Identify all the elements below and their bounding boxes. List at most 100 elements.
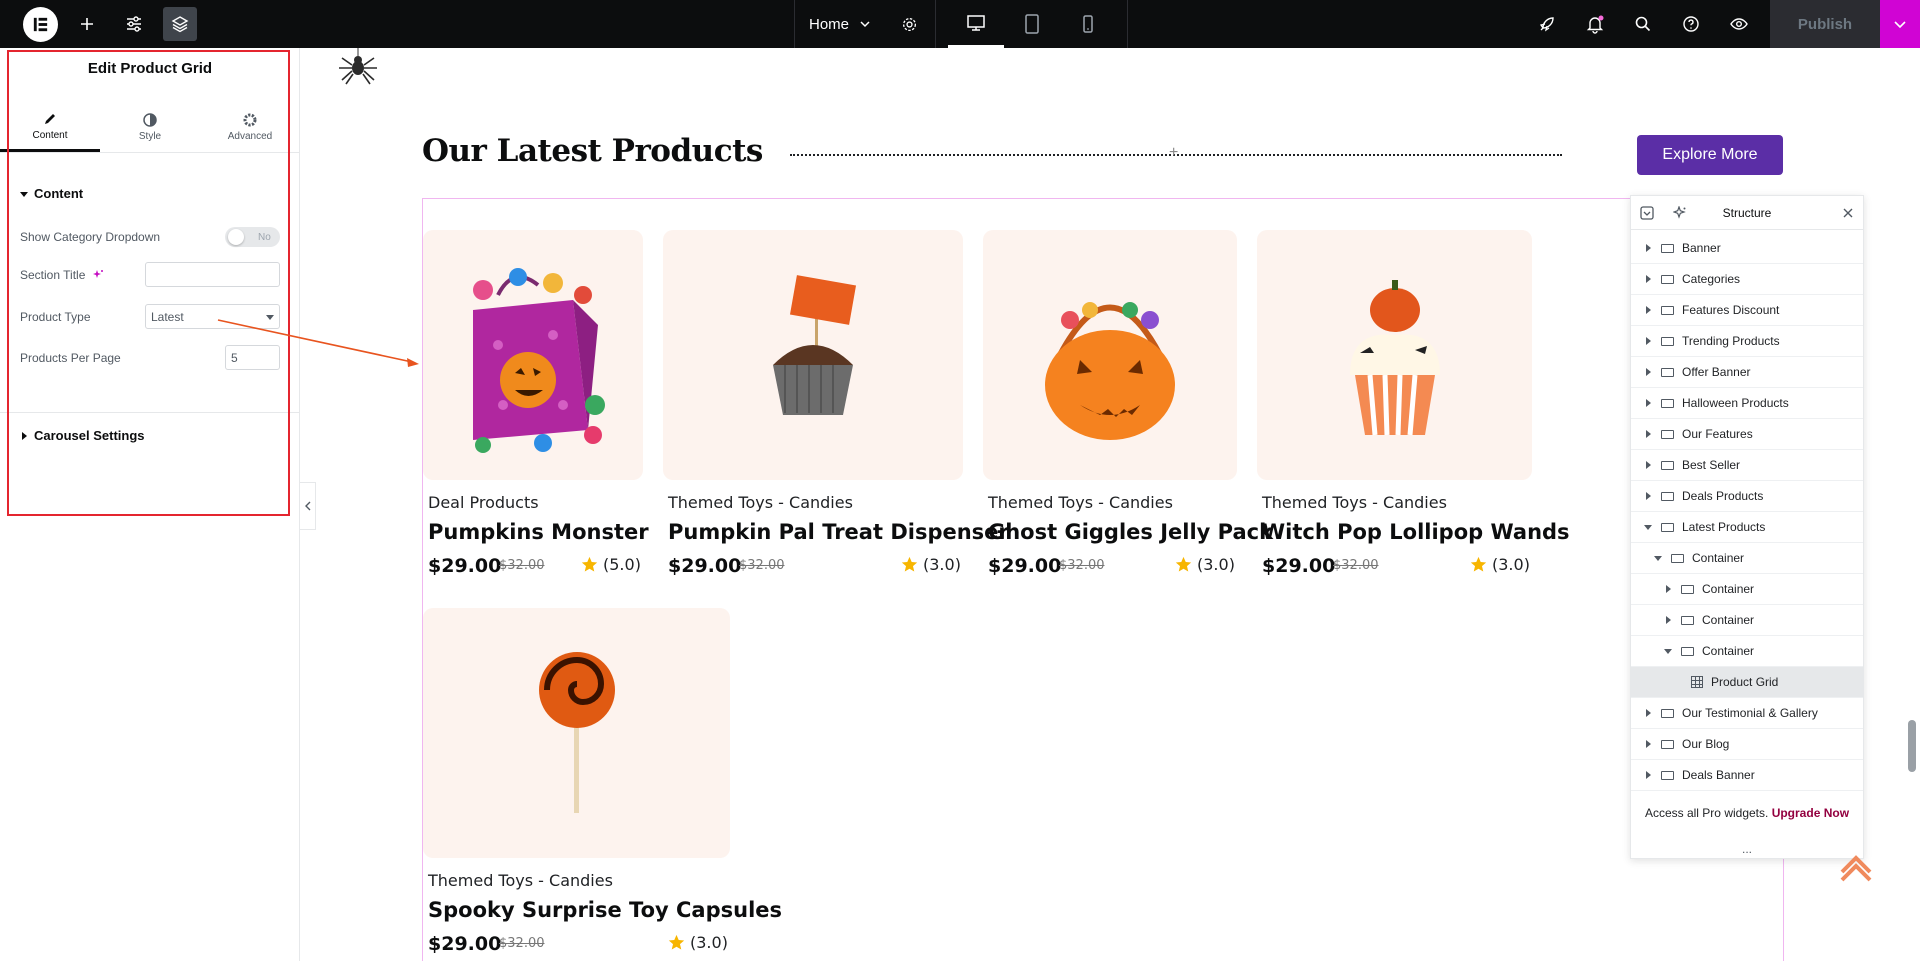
- products-per-page-input[interactable]: 5: [225, 345, 280, 370]
- structure-item[interactable]: Container: [1631, 574, 1863, 605]
- caret-right-icon[interactable]: [1643, 708, 1653, 718]
- structure-item-label: Our Testimonial & Gallery: [1682, 706, 1818, 720]
- mobile-mode-button[interactable]: [1060, 0, 1116, 48]
- collapse-panel-handle[interactable]: [300, 482, 316, 530]
- structure-item[interactable]: Container: [1631, 636, 1863, 667]
- ai-sparkle-icon[interactable]: [92, 269, 104, 281]
- rating-value: (5.0): [603, 555, 641, 574]
- caret-down-icon[interactable]: [1643, 522, 1653, 532]
- caret-right-icon[interactable]: [1643, 274, 1653, 284]
- caret-down-icon[interactable]: [1653, 553, 1663, 563]
- toggle-state: No: [258, 231, 271, 243]
- add-element-button[interactable]: [70, 7, 104, 41]
- product-name[interactable]: Pumpkin Pal Treat Dispenser: [668, 520, 1009, 544]
- page-selector[interactable]: Home: [794, 0, 936, 48]
- caret-right-icon[interactable]: [1643, 429, 1653, 439]
- caret-right-icon[interactable]: [1643, 491, 1653, 501]
- container-icon: [1661, 274, 1674, 284]
- structure-item[interactable]: Latest Products: [1631, 512, 1863, 543]
- bell-icon: [1586, 15, 1604, 34]
- explore-more-button[interactable]: Explore More: [1637, 135, 1783, 175]
- product-rating: (3.0): [901, 555, 961, 574]
- desktop-mode-button[interactable]: [948, 0, 1004, 48]
- product-type-select[interactable]: Latest: [145, 304, 280, 329]
- caret-right-icon[interactable]: [1643, 305, 1653, 315]
- caret-right-icon[interactable]: [1643, 770, 1653, 780]
- container-icon: [1661, 429, 1674, 439]
- site-settings-button[interactable]: [117, 7, 151, 41]
- caret-right-icon[interactable]: [1643, 336, 1653, 346]
- caret-right-icon[interactable]: [1643, 243, 1653, 253]
- scroll-to-top-icon[interactable]: [1838, 850, 1874, 882]
- more-dots[interactable]: ...: [1631, 842, 1863, 856]
- structure-item[interactable]: Deals Products: [1631, 481, 1863, 512]
- section-label: Carousel Settings: [34, 428, 145, 443]
- caret-right-icon[interactable]: [1643, 460, 1653, 470]
- structure-item[interactable]: Our Features: [1631, 419, 1863, 450]
- gear-icon[interactable]: [901, 16, 918, 33]
- tab-content[interactable]: Content: [0, 103, 100, 152]
- structure-item[interactable]: Offer Banner: [1631, 357, 1863, 388]
- structure-item[interactable]: Trending Products: [1631, 326, 1863, 357]
- product-image[interactable]: [423, 230, 643, 480]
- elementor-logo-icon[interactable]: [23, 7, 58, 42]
- product-name[interactable]: Witch Pop Lollipop Wands: [1262, 520, 1570, 544]
- structure-item[interactable]: Product Grid: [1631, 667, 1863, 698]
- section-title-input[interactable]: [145, 262, 280, 287]
- notifications-button[interactable]: [1578, 7, 1612, 41]
- pencil-icon: [45, 113, 55, 124]
- structure-item-label: Deals Products: [1682, 489, 1764, 503]
- star-icon: [668, 934, 685, 950]
- panel-tabs: Content Style Advanced: [0, 103, 300, 153]
- show-category-toggle[interactable]: No: [225, 227, 280, 247]
- tab-advanced[interactable]: Advanced: [200, 103, 300, 152]
- structure-item[interactable]: Container: [1631, 605, 1863, 636]
- structure-item[interactable]: Deals Banner: [1631, 760, 1863, 791]
- caret-down-icon[interactable]: [1663, 646, 1673, 656]
- caret-right-icon[interactable]: [1663, 615, 1673, 625]
- publish-options-button[interactable]: [1880, 0, 1920, 48]
- help-button[interactable]: [1674, 7, 1708, 41]
- sliders-icon: [127, 16, 141, 32]
- product-price: $29.00: [428, 555, 502, 577]
- product-name[interactable]: Ghost Giggles Jelly Pack: [988, 520, 1273, 544]
- structure-item[interactable]: Container: [1631, 543, 1863, 574]
- container-icon: [1661, 336, 1674, 346]
- upgrade-link[interactable]: Upgrade Now: [1772, 806, 1849, 820]
- structure-item-label: Banner: [1682, 241, 1721, 255]
- product-name[interactable]: Spooky Surprise Toy Capsules: [428, 898, 782, 922]
- structure-button[interactable]: [163, 7, 197, 41]
- publish-button[interactable]: Publish: [1770, 0, 1880, 48]
- product-image[interactable]: [1257, 230, 1532, 480]
- product-image[interactable]: [423, 608, 730, 858]
- structure-item[interactable]: Categories: [1631, 264, 1863, 295]
- structure-title: Structure: [1722, 206, 1772, 220]
- product-name[interactable]: Pumpkins Monster: [428, 520, 649, 544]
- structure-item-label: Our Blog: [1682, 737, 1730, 751]
- container-icon: [1681, 584, 1694, 594]
- product-image[interactable]: [663, 230, 963, 480]
- tablet-mode-button[interactable]: [1004, 0, 1060, 48]
- caret-right-icon[interactable]: [1643, 398, 1653, 408]
- structure-item[interactable]: Our Blog: [1631, 729, 1863, 760]
- product-image[interactable]: [983, 230, 1237, 480]
- rating-value: (3.0): [923, 555, 961, 574]
- product-old-price: $32.00: [499, 936, 545, 951]
- structure-item[interactable]: Banner: [1631, 233, 1863, 264]
- caret-right-icon[interactable]: [1643, 367, 1653, 377]
- caret-right-icon[interactable]: [1663, 584, 1673, 594]
- finder-button[interactable]: [1626, 7, 1660, 41]
- caret-right-icon[interactable]: [1643, 739, 1653, 749]
- section-toggle-content[interactable]: Content: [20, 186, 83, 201]
- tab-style[interactable]: Style: [100, 103, 200, 152]
- scrollbar-thumb[interactable]: [1908, 720, 1916, 772]
- close-icon[interactable]: [1843, 208, 1853, 218]
- launch-button[interactable]: [1530, 7, 1564, 41]
- structure-item[interactable]: Our Testimonial & Gallery: [1631, 698, 1863, 729]
- structure-item[interactable]: Best Seller: [1631, 450, 1863, 481]
- preview-button[interactable]: [1722, 7, 1756, 41]
- structure-item[interactable]: Features Discount: [1631, 295, 1863, 326]
- structure-item[interactable]: Halloween Products: [1631, 388, 1863, 419]
- section-toggle-carousel[interactable]: Carousel Settings: [20, 428, 145, 443]
